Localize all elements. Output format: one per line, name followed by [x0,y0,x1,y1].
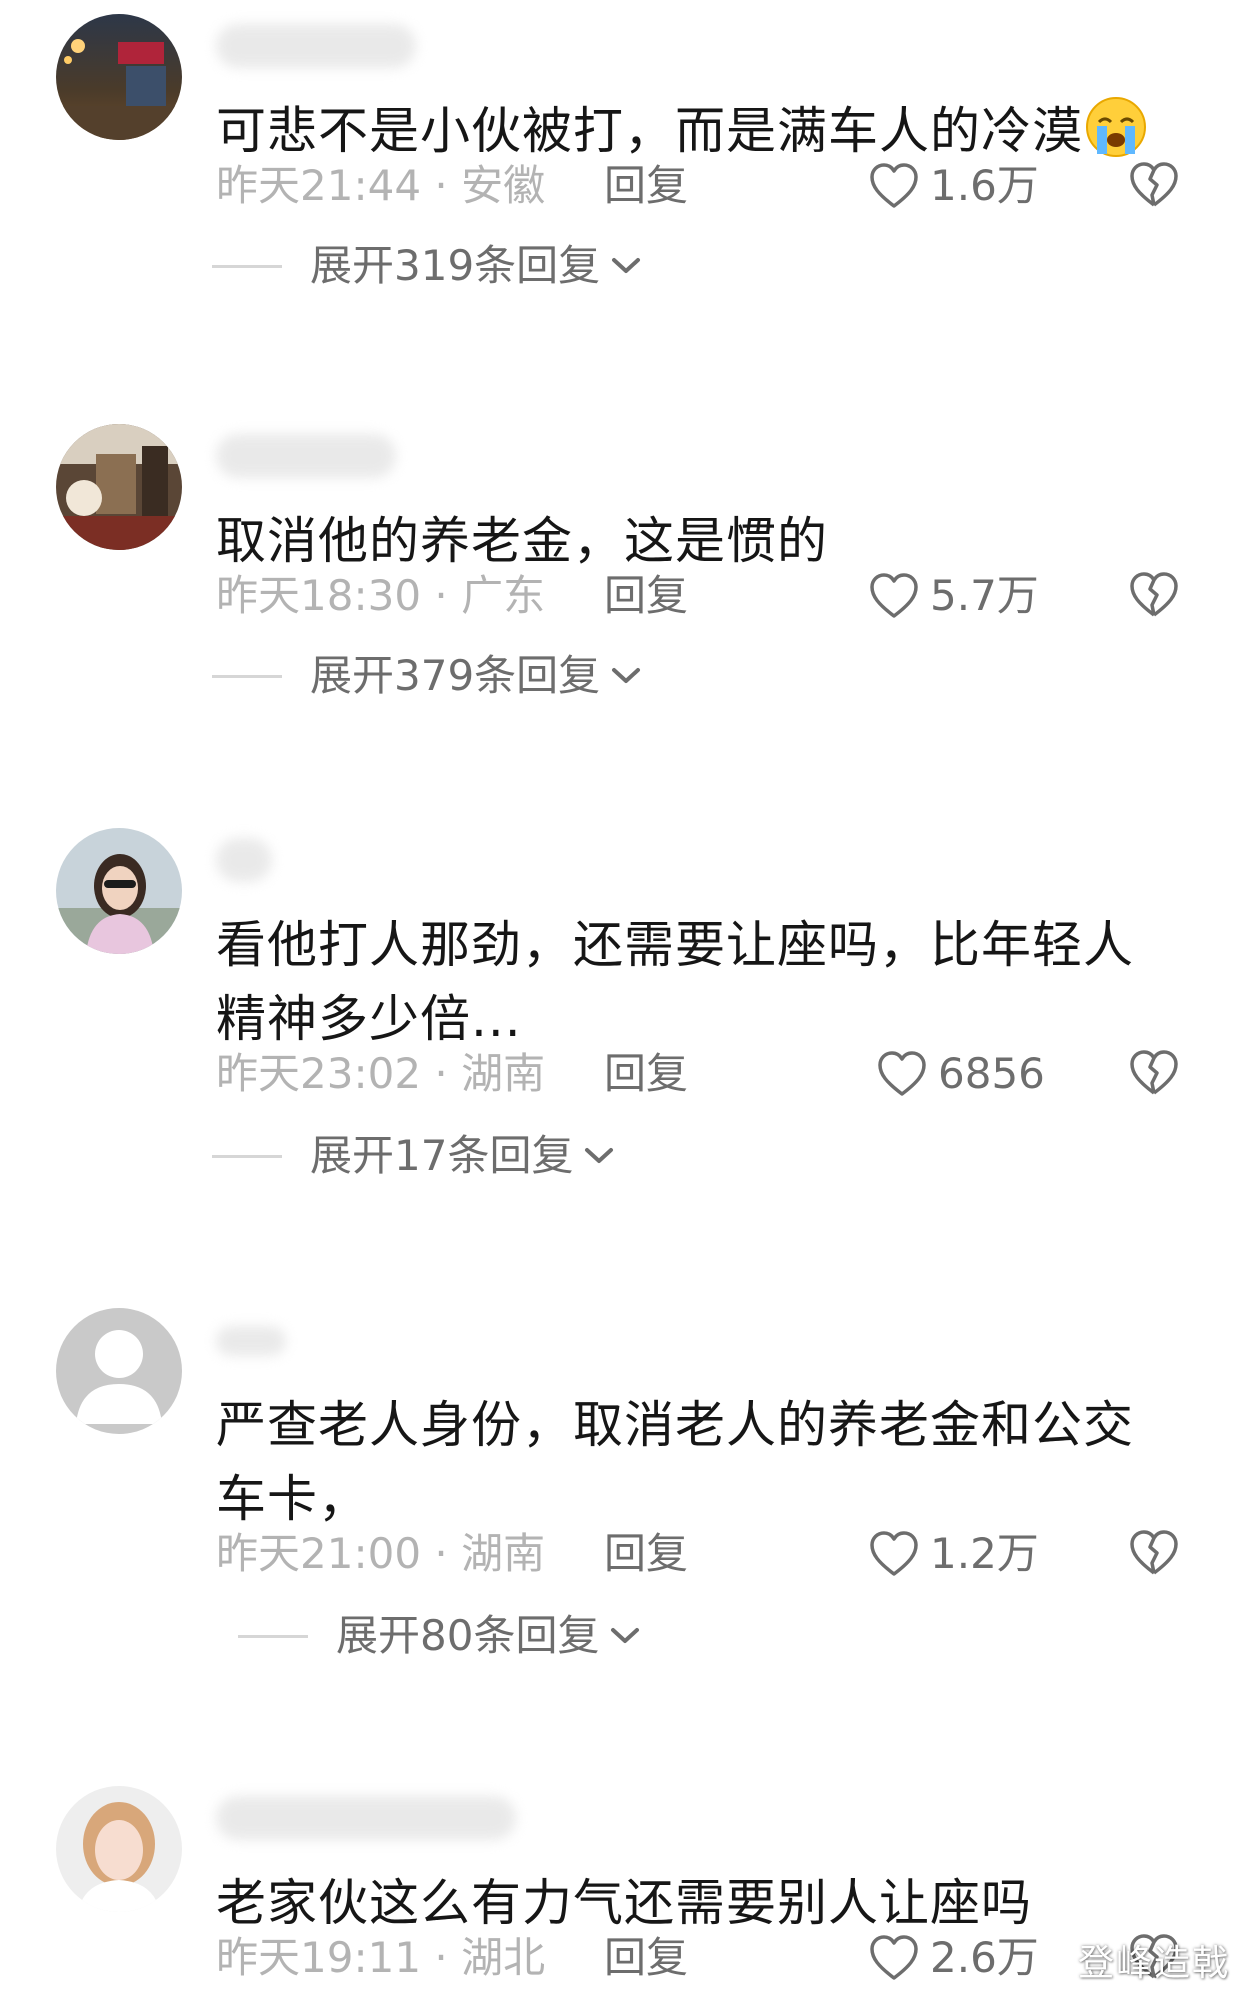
broken-heart-icon[interactable] [1128,1529,1180,1577]
reply-button[interactable]: 回复 [604,1928,688,1988]
expand-replies: 展开319条回复 [0,236,1240,296]
expand-replies-label: 展开17条回复 [310,1131,574,1180]
heart-outline-icon [870,163,918,208]
chevron-down-icon [611,1628,640,1643]
timestamp-location: 昨天21:00 · 湖南 [216,1529,546,1578]
avatar[interactable] [56,1786,182,1912]
expand-replies: 展开17条回复 [0,1126,1240,1186]
timestamp-location: 昨天23:02 · 湖南 [216,1049,546,1098]
like-button[interactable]: 2.6万 [868,1928,1039,1988]
timestamp-location: 昨天21:44 · 安徽 [216,161,546,210]
watermark-text: 登峰造戟 [1077,1943,1230,1984]
like-count: 5.7万 [930,571,1039,620]
like-count: 1.2万 [930,1529,1039,1578]
reply-button[interactable]: 回复 [604,156,688,216]
expand-replies-button[interactable]: 展开80条回复 [336,1606,641,1666]
chevron-down-icon [612,668,641,683]
divider-line [212,675,282,678]
broken-heart-icon[interactable] [1128,161,1180,209]
comment-meta: 昨天21:44 · 安徽 回复 1.6万 [0,156,1240,216]
expand-replies: 展开80条回复 [0,1606,1240,1666]
like-count: 2.6万 [930,1933,1039,1982]
username-blurred[interactable] [216,838,272,882]
broken-heart-icon[interactable] [1128,1049,1180,1097]
heart-outline-icon [870,1935,918,1980]
crying-face-icon [1085,96,1147,158]
username-blurred[interactable] [216,1796,516,1840]
like-count: 1.6万 [930,161,1039,210]
expand-replies-button[interactable]: 展开17条回复 [310,1126,615,1186]
like-button[interactable]: 6856 [876,1044,1045,1104]
chevron-down-icon [612,258,641,273]
expand-replies-label: 展开319条回复 [310,241,601,290]
divider-line [238,1635,308,1638]
like-button[interactable]: 1.6万 [868,156,1039,216]
comment-meta: 昨天23:02 · 湖南 回复 6856 [0,1044,1240,1104]
heart-outline-icon [870,1531,918,1576]
expand-replies-label: 展开379条回复 [310,651,601,700]
username-blurred[interactable] [216,24,416,68]
divider-line [212,265,282,268]
divider-line [212,1155,282,1158]
avatar[interactable] [56,424,182,550]
heart-outline-icon [870,573,918,618]
avatar[interactable] [56,828,182,954]
comment-meta: 昨天18:30 · 广东 回复 5.7万 [0,566,1240,626]
expand-replies-button[interactable]: 展开319条回复 [310,236,642,296]
like-count: 6856 [938,1049,1045,1098]
avatar[interactable] [56,1308,182,1434]
comment-text: 严查老人身份，取消老人的养老金和公交 车卡， [216,1396,1134,1528]
avatar[interactable] [56,14,182,140]
heart-outline-icon [878,1051,926,1096]
timestamp-location: 昨天19:11 · 湖北 [216,1933,546,1982]
comment-meta: 昨天21:00 · 湖南 回复 1.2万 [0,1524,1240,1584]
timestamp-location: 昨天18:30 · 广东 [216,571,546,620]
expand-replies-button[interactable]: 展开379条回复 [310,646,642,706]
broken-heart-icon[interactable] [1128,571,1180,619]
reply-button[interactable]: 回复 [604,1524,688,1584]
expand-replies-label: 展开80条回复 [336,1611,600,1660]
comment-text: 看他打人那劲，还需要让座吗，比年轻人 精神多少倍... [216,916,1134,1048]
reply-button[interactable]: 回复 [604,1044,688,1104]
username-blurred[interactable] [216,434,396,478]
username-blurred[interactable] [216,1326,286,1356]
like-button[interactable]: 5.7万 [868,566,1039,626]
reply-button[interactable]: 回复 [604,566,688,626]
chevron-down-icon [585,1148,614,1163]
comment-meta: 昨天19:11 · 湖北 回复 2.6万 [0,1928,1240,1988]
like-button[interactable]: 1.2万 [868,1524,1039,1584]
expand-replies: 展开379条回复 [0,646,1240,706]
